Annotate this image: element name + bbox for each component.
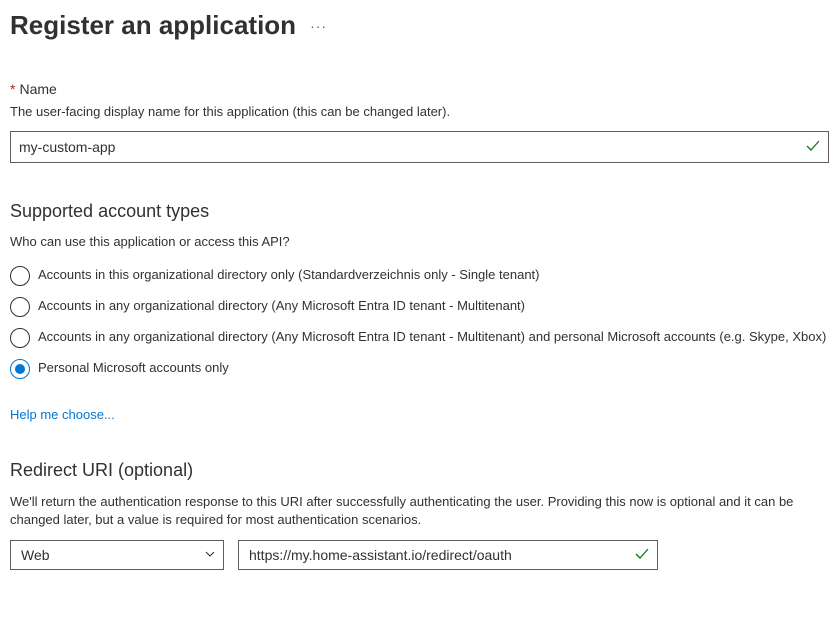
- redirect-uri-input[interactable]: [238, 540, 658, 570]
- account-types-heading: Supported account types: [10, 201, 829, 222]
- name-label-text: Name: [19, 81, 56, 97]
- platform-select[interactable]: Web: [10, 540, 224, 570]
- account-types-radio-group: Accounts in this organizational director…: [10, 265, 829, 379]
- radio-circle-icon: [10, 328, 30, 348]
- radio-circle-icon: [10, 266, 30, 286]
- redirect-uri-section: Redirect URI (optional) We'll return the…: [10, 460, 829, 569]
- account-types-question: Who can use this application or access t…: [10, 234, 829, 249]
- required-star: *: [10, 81, 15, 97]
- name-helper-text: The user-facing display name for this ap…: [10, 103, 829, 121]
- radio-label: Accounts in any organizational directory…: [38, 327, 826, 347]
- name-input[interactable]: [10, 131, 829, 163]
- radio-multitenant-personal[interactable]: Accounts in any organizational directory…: [10, 327, 829, 348]
- radio-label: Accounts in any organizational directory…: [38, 296, 525, 316]
- more-icon[interactable]: ···: [310, 18, 327, 34]
- redirect-helper-text: We'll return the authentication response…: [10, 493, 829, 529]
- redirect-heading: Redirect URI (optional): [10, 460, 829, 481]
- radio-circle-icon: [10, 297, 30, 317]
- help-me-choose-link[interactable]: Help me choose...: [10, 407, 115, 422]
- name-label: *Name: [10, 81, 829, 97]
- radio-circle-icon: [10, 359, 30, 379]
- radio-multitenant[interactable]: Accounts in any organizational directory…: [10, 296, 829, 317]
- account-types-section: Supported account types Who can use this…: [10, 201, 829, 422]
- radio-personal-only[interactable]: Personal Microsoft accounts only: [10, 358, 829, 379]
- radio-label: Personal Microsoft accounts only: [38, 358, 229, 378]
- radio-single-tenant[interactable]: Accounts in this organizational director…: [10, 265, 829, 286]
- radio-label: Accounts in this organizational director…: [38, 265, 539, 285]
- page-title: Register an application: [10, 10, 296, 41]
- platform-select-value: Web: [21, 547, 50, 563]
- name-section: *Name The user-facing display name for t…: [10, 81, 829, 163]
